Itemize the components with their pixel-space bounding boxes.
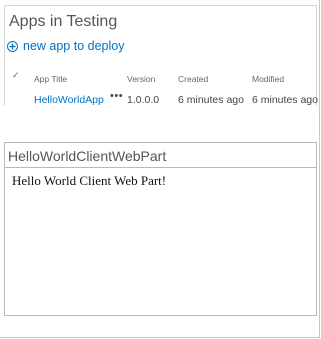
panel-title: Apps in Testing: [9, 13, 118, 30]
web-part-title: HelloWorldClientWebPart: [8, 148, 167, 164]
app-title-link[interactable]: HelloWorldApp: [34, 94, 104, 106]
new-app-to-deploy-link[interactable]: new app to deploy: [7, 39, 124, 53]
web-part-divider: [5, 167, 316, 168]
created-cell: 6 minutes ago: [178, 94, 244, 106]
window-frame: Apps in Testing new app to deploy ✓ App …: [0, 0, 320, 338]
modified-cell: 6 minutes ago: [252, 94, 318, 106]
version-cell: 1.0.0.0: [127, 94, 160, 106]
web-part-content: Hello World Client Web Part!: [12, 173, 167, 188]
column-header-app-title[interactable]: App Title: [34, 74, 67, 84]
column-header-created[interactable]: Created: [178, 74, 208, 84]
select-all-check-icon[interactable]: ✓: [12, 70, 20, 81]
new-app-label: new app to deploy: [23, 39, 125, 53]
web-part-panel: HelloWorldClientWebPart Hello World Clie…: [4, 142, 317, 316]
apps-in-testing-panel: Apps in Testing new app to deploy ✓ App …: [4, 5, 318, 106]
add-circle-icon: [7, 40, 18, 52]
column-header-version[interactable]: Version: [127, 74, 155, 84]
item-menu-icon[interactable]: •••: [110, 90, 123, 102]
column-header-modified[interactable]: Modified: [252, 74, 284, 84]
